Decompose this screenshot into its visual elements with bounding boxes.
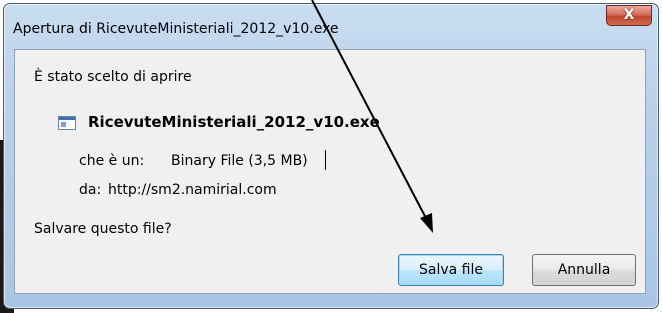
arrow-head xyxy=(420,213,433,233)
arrow-annotation xyxy=(311,0,433,233)
arrow-shaft xyxy=(311,0,429,223)
